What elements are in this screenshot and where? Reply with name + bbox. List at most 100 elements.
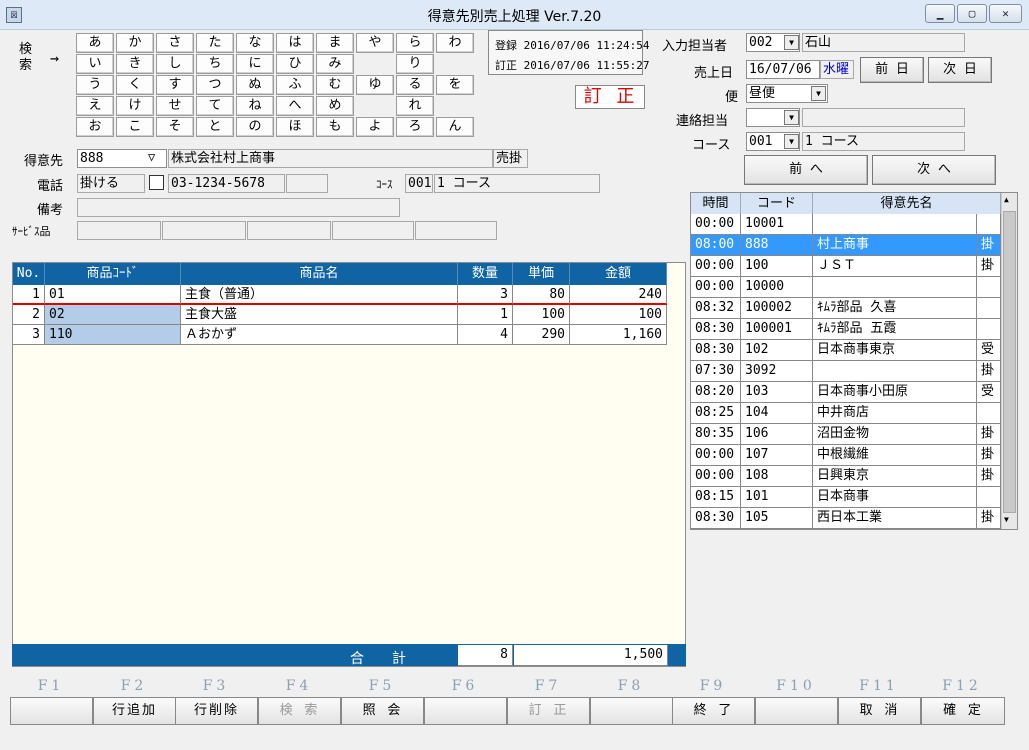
kana-key[interactable]: め [316,96,354,116]
service-field-4[interactable] [332,221,414,240]
kana-key[interactable]: と [196,117,234,137]
contact-dropdown-icon[interactable]: ▼ [784,110,799,125]
scroll-down-icon[interactable]: ▼ [1004,515,1009,524]
grid-cell-no[interactable]: 2 [13,305,45,325]
kana-key[interactable]: も [316,117,354,137]
kana-key[interactable]: さ [156,33,194,53]
prev-customer-button[interactable]: 前 へ [744,155,868,185]
fkey-button-f2[interactable]: 行追加 [93,697,176,725]
maximize-icon[interactable]: ▢ [957,4,987,23]
fkey-button-f6[interactable] [424,697,507,725]
grid-cell-name[interactable]: 主食大盛 [181,305,458,325]
kana-key[interactable]: い [76,54,114,74]
phone-checkbox[interactable] [149,175,164,190]
grid-cell-no[interactable]: 1 [13,285,45,305]
kana-key[interactable]: ま [316,33,354,53]
kana-key[interactable]: は [276,33,314,53]
operator-dropdown-icon[interactable]: ▼ [784,35,799,50]
grid-cell-code[interactable]: 110 [45,325,181,345]
fkey-button-f1[interactable] [10,697,93,725]
service-field-5[interactable] [415,221,497,240]
kana-key[interactable]: り [396,54,434,74]
kana-key[interactable]: あ [76,33,114,53]
grid-cell-qty[interactable]: 3 [458,285,513,305]
kana-key[interactable]: ち [196,54,234,74]
kana-key[interactable]: や [356,33,394,53]
service-field-2[interactable] [162,221,246,240]
kana-key[interactable]: お [76,117,114,137]
kana-key[interactable]: む [316,75,354,95]
fkey-button-f8[interactable] [590,697,673,725]
route-course-dropdown-icon[interactable]: ▼ [784,134,799,149]
grid-cell-code[interactable]: 01 [45,285,181,305]
fkey-button-f11[interactable]: 取 消 [838,697,921,725]
service-field-3[interactable] [247,221,331,240]
note-field[interactable] [77,198,400,217]
grid-cell-price[interactable]: 100 [513,305,570,325]
kana-key[interactable]: よ [356,117,394,137]
kana-key[interactable]: す [156,75,194,95]
scroll-thumb[interactable] [1003,211,1016,513]
prev-day-button[interactable]: 前 日 [860,57,924,83]
delivery-dropdown-icon[interactable]: ▼ [811,86,826,101]
kana-key[interactable]: ね [236,96,274,116]
kana-key[interactable]: く [116,75,154,95]
grid-cell-price[interactable]: 290 [513,325,570,345]
close-icon[interactable]: ✕ [989,4,1022,23]
kana-key[interactable]: て [196,96,234,116]
kana-key[interactable]: ひ [276,54,314,74]
kana-key[interactable]: ん [436,117,474,137]
next-day-button[interactable]: 次 日 [928,57,992,83]
kana-key[interactable]: ほ [276,117,314,137]
grid-cell-name[interactable]: Ａおかず [181,325,458,345]
kana-key[interactable]: に [236,54,274,74]
kana-key[interactable]: け [116,96,154,116]
grid-cell-no[interactable]: 3 [13,325,45,345]
kana-key[interactable]: ぬ [236,75,274,95]
fkey-button-f9[interactable]: 終 了 [672,697,755,725]
kana-key[interactable]: な [236,33,274,53]
kana-key[interactable]: つ [196,75,234,95]
kana-key[interactable]: か [116,33,154,53]
kana-key[interactable]: ろ [396,117,434,137]
kana-key[interactable]: え [76,96,114,116]
kana-key[interactable]: み [316,54,354,74]
grid-cell-amount[interactable]: 1,160 [570,325,667,345]
kana-key[interactable]: う [76,75,114,95]
kana-key[interactable]: の [236,117,274,137]
kana-key[interactable]: し [156,54,194,74]
kana-key[interactable]: こ [116,117,154,137]
grid-cell-name[interactable]: 主食（普通） [181,285,458,305]
grid-cell-qty[interactable]: 1 [458,305,513,325]
kana-key[interactable]: れ [396,96,434,116]
kana-key[interactable]: ら [396,33,434,53]
fkey-button-f10[interactable] [755,697,838,725]
kana-key[interactable]: ゆ [356,75,394,95]
list-scrollbar[interactable]: ▲ ▼ [1001,193,1017,529]
service-field-1[interactable] [77,221,161,240]
kana-key[interactable]: せ [156,96,194,116]
kana-key[interactable]: そ [156,117,194,137]
grid-cell-amount[interactable]: 100 [570,305,667,325]
grid-cell-amount[interactable]: 240 [570,285,667,305]
next-customer-button[interactable]: 次 へ [872,155,996,185]
fkey-button-f5[interactable]: 照 会 [341,697,424,725]
kana-key[interactable]: き [116,54,154,74]
scroll-up-icon[interactable]: ▲ [1004,195,1009,204]
kana-key[interactable]: ふ [276,75,314,95]
grid-cell-qty[interactable]: 4 [458,325,513,345]
kana-key[interactable]: わ [436,33,474,53]
fkey-button-f12[interactable]: 確 定 [921,697,1005,725]
sales-date-input[interactable]: 16/07/06 [746,60,820,79]
customer-dropdown-icon[interactable]: ▽ [148,150,155,164]
fkey-button-f3[interactable]: 行削除 [175,697,258,725]
grid-cell-code[interactable]: 02 [45,305,181,325]
grid-cell-price[interactable]: 80 [513,285,570,305]
minimize-icon[interactable]: ▁ [925,4,955,23]
fkey-button-f7[interactable]: 訂 正 [507,697,590,725]
kana-key[interactable]: た [196,33,234,53]
kana-key[interactable]: る [396,75,434,95]
kana-key[interactable]: へ [276,96,314,116]
kana-key[interactable]: を [436,75,474,95]
fkey-button-f4[interactable]: 検 索 [258,697,341,725]
